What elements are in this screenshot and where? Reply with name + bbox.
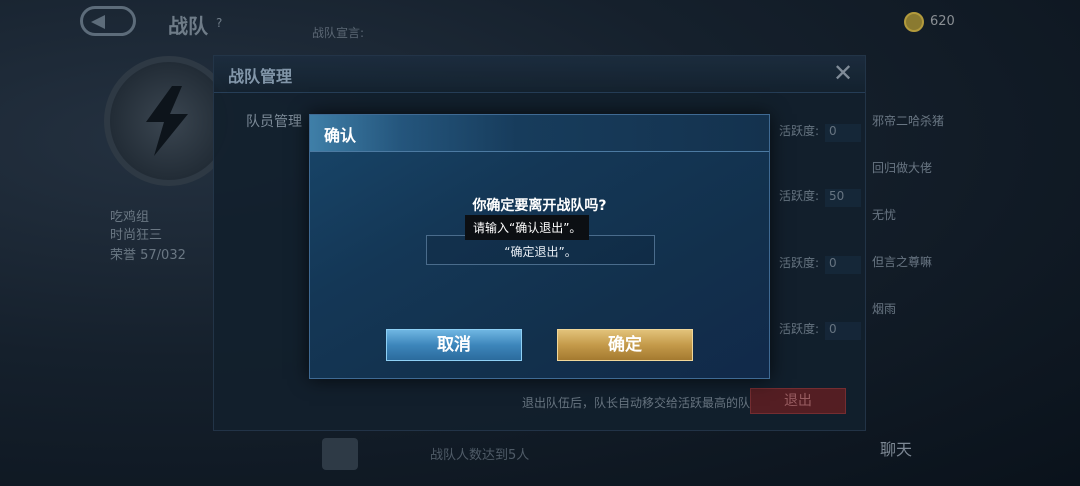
activity-value: 0 (825, 322, 862, 340)
team-subtitle: 时尚狂三 (110, 228, 163, 243)
activity-label: 活跃度: (779, 189, 820, 203)
activity-label: 活跃度: (779, 124, 820, 138)
back-button[interactable] (80, 6, 136, 36)
list-item[interactable]: 烟雨 (872, 300, 1072, 347)
list-item[interactable]: 但言之尊嘛 (872, 253, 1072, 300)
dialog-title: 确认 (324, 126, 357, 145)
list-item[interactable]: 回归做大佬 (872, 159, 1072, 206)
checkbox[interactable] (322, 438, 358, 470)
screen-title: 战队 (168, 14, 208, 38)
top-bar: 战队 ? 战队宣言: 620 (0, 0, 1080, 46)
chat-button[interactable]: 聊天 (880, 436, 1000, 462)
team-motto: 战队宣言: (312, 26, 365, 40)
confirm-dialog: 确认 你确定要离开战队吗? “确定退出”。 请输入“确认退出”。 取消 确定 (309, 114, 770, 379)
member-list: 邪帝二哈杀猪 回归做大佬 无忧 但言之尊嘛 烟雨 (872, 112, 1072, 347)
bottom-status: 战队人数达到5人 (430, 448, 530, 463)
activity-label: 活跃度: (779, 322, 820, 336)
dialog-question: 你确定要离开战队吗? (472, 198, 607, 214)
activity-row: 活跃度: 0 (779, 254, 862, 274)
activity-value: 0 (825, 124, 862, 142)
activity-row: 活跃度: 50 (779, 187, 862, 207)
list-item[interactable]: 邪帝二哈杀猪 (872, 112, 1072, 159)
activity-row: 活跃度: 0 (779, 320, 862, 340)
lightning-icon (146, 86, 188, 156)
list-item[interactable]: 无忧 (872, 206, 1072, 253)
activity-value: 50 (825, 189, 862, 207)
panel-header: 战队管理 ✕ (214, 56, 865, 93)
team-rank: 荣誉 57/032 (110, 248, 186, 263)
coin-icon (904, 12, 924, 32)
activity-label: 活跃度: (779, 256, 820, 270)
quit-hint: 退出队伍后，队长自动移交给活跃最高的队员 (522, 396, 763, 410)
input-tooltip: 请输入“确认退出”。 (465, 215, 590, 240)
tab-member-management[interactable]: 队员管理 (246, 111, 302, 131)
cancel-button[interactable]: 取消 (386, 329, 522, 361)
help-icon[interactable]: ? (216, 16, 222, 30)
dialog-header: 确认 (310, 115, 769, 152)
close-icon[interactable]: ✕ (830, 60, 856, 86)
currency-value: 620 (930, 14, 955, 29)
activity-row: 活跃度: 0 (779, 122, 862, 142)
activity-value: 0 (825, 256, 862, 274)
input-value: “确定退出”。 (504, 245, 577, 259)
panel-title: 战队管理 (228, 67, 293, 86)
team-name: 吃鸡组 (110, 210, 150, 225)
confirm-button[interactable]: 确定 (557, 329, 693, 361)
quit-button[interactable]: 退出 (750, 388, 846, 414)
